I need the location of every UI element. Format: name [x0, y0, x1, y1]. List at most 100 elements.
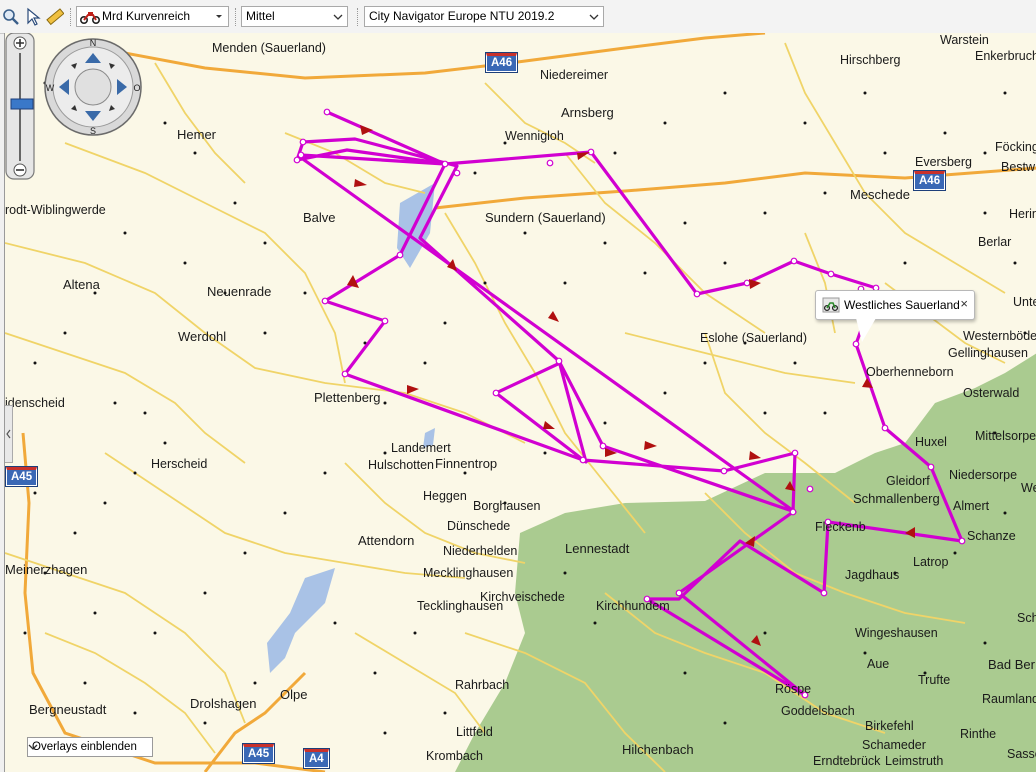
- place-label: Goddelsbach: [781, 704, 855, 718]
- place-label: Bad Ber: [988, 657, 1035, 672]
- highway: [434, 166, 1036, 210]
- forest-area: [455, 353, 1036, 772]
- highway-shield: A46: [912, 170, 947, 191]
- place-label: Herin: [1009, 207, 1036, 221]
- place-label: Meschede: [850, 187, 910, 202]
- place-label: Littfeld: [456, 725, 493, 739]
- place-label: Wennigloh: [505, 129, 564, 143]
- place-label: Unte: [1013, 295, 1036, 309]
- chevron-down-icon: [28, 744, 38, 750]
- place-label: Rinthe: [960, 727, 997, 741]
- place-label: Raumland: [982, 692, 1036, 706]
- place-label: Lennestadt: [565, 541, 630, 556]
- place-label: Finnentrop: [435, 456, 498, 471]
- place-label: Mittelsorpe: [975, 429, 1036, 443]
- place-label: Sch: [1017, 611, 1036, 625]
- chevron-down-icon: [589, 14, 599, 20]
- overlay-dropdown-label: Overlays einblenden: [32, 741, 137, 753]
- place-label: Balve: [303, 210, 336, 225]
- place-label: We: [1021, 481, 1036, 495]
- place-label: Eversberg: [915, 155, 972, 169]
- place-label: Tecklinghausen: [417, 599, 504, 613]
- toolbar-grip[interactable]: [357, 8, 361, 26]
- place-label: Erndtebrück: [813, 754, 881, 768]
- map-product-dropdown[interactable]: City Navigator Europe NTU 2019.2: [364, 6, 604, 27]
- place-label: Gellinghausen: [948, 346, 1028, 360]
- zoom-slider-thumb[interactable]: [10, 98, 34, 110]
- highway: [124, 33, 766, 80]
- tooltip-pointer: [856, 318, 876, 342]
- place-label: Leimstruth: [885, 754, 944, 768]
- chevron-left-icon: [6, 429, 11, 439]
- place-label: Aue: [867, 657, 890, 671]
- place-label: Neuenrade: [207, 284, 272, 299]
- place-label: Oberhenneborn: [866, 365, 954, 379]
- place-label: Bestw: [1001, 160, 1036, 174]
- place-label: Almert: [953, 499, 990, 513]
- route-profile-dropdown[interactable]: Mrd Kurvenreich: [76, 6, 229, 27]
- place-label: Sassenh: [1007, 747, 1036, 761]
- route-profile-label: Mrd Kurvenreich: [102, 9, 191, 23]
- detail-level-dropdown[interactable]: Mittel: [241, 6, 348, 27]
- place-label: Niedersorpe: [949, 468, 1018, 482]
- place-label: Trufte: [918, 673, 951, 687]
- place-label: Landemert: [391, 441, 451, 455]
- place-label: Hilchenbach: [622, 742, 694, 757]
- place-label: Mecklinghausen: [423, 566, 514, 580]
- toolbar-grip[interactable]: [70, 8, 74, 26]
- highway-shield: A46: [484, 52, 519, 73]
- place-label: Huxel: [915, 435, 947, 449]
- ruler-icon[interactable]: [46, 7, 64, 27]
- place-label: Sundern (Sauerland): [485, 210, 606, 225]
- motorcycle-icon: [80, 12, 100, 24]
- place-label: Heggen: [423, 489, 467, 503]
- highway-shield: A4: [303, 748, 330, 769]
- place-label: Plettenberg: [314, 390, 381, 405]
- compass-east-label: O: [133, 83, 140, 93]
- place-label: Westernböde: [963, 329, 1036, 343]
- place-label: Kirchhundem: [596, 599, 670, 613]
- place-label: Olpe: [280, 687, 308, 702]
- map-canvas[interactable]: Menden (Sauerland) Niedereimer Warstein …: [4, 33, 1036, 772]
- side-panel-toggle[interactable]: [5, 405, 13, 463]
- map-navigation-control: N S W O: [5, 33, 142, 180]
- place-label: Meinerzhagen: [5, 562, 88, 577]
- place-label: Schanze: [967, 529, 1016, 543]
- place-label: Arnsberg: [561, 105, 614, 120]
- place-label: idenscheid: [5, 396, 65, 410]
- highway: [21, 432, 326, 772]
- place-label: Osterwald: [963, 386, 1020, 400]
- zoom-in-button[interactable]: [13, 36, 27, 50]
- place-label: Hulschotten: [368, 458, 435, 472]
- close-icon[interactable]: ×: [960, 296, 968, 311]
- place-label: Bergneustadt: [29, 702, 107, 717]
- place-label: Menden (Sauerland): [212, 41, 326, 55]
- place-label: Röspe: [775, 682, 812, 696]
- place-label: Warstein: [940, 33, 989, 47]
- place-label: Berlar: [978, 235, 1012, 249]
- place-label: Hemer: [177, 127, 217, 142]
- place-label: Borghausen: [473, 499, 541, 513]
- zoom-out-button[interactable]: [13, 163, 27, 177]
- compass-west-label: W: [46, 83, 55, 93]
- chevron-down-icon: [333, 14, 343, 20]
- overlay-dropdown[interactable]: Overlays einblenden: [27, 737, 153, 757]
- pointer-icon[interactable]: [24, 7, 42, 27]
- place-label: Altena: [63, 277, 100, 292]
- place-label: Drolshagen: [190, 696, 257, 711]
- place-label: Schmallenberg: [853, 491, 940, 506]
- tooltip-route-name: Westliches Sauerland: [844, 298, 960, 312]
- route-tooltip[interactable]: Westliches Sauerland ×: [815, 290, 975, 342]
- place-label: Krombach: [426, 749, 483, 763]
- place-label: Gleidorf: [886, 474, 930, 488]
- place-label: Rahrbach: [455, 678, 510, 692]
- place-label: Attendorn: [358, 533, 415, 548]
- place-label: Föcking: [995, 140, 1036, 154]
- toolbar-grip[interactable]: [235, 8, 239, 26]
- place-label: Eslohe (Sauerland): [700, 331, 808, 345]
- motorcycle-icon: [822, 297, 840, 313]
- place-label: Herscheid: [151, 457, 208, 471]
- magnifier-icon[interactable]: [2, 7, 20, 27]
- pan-center-button[interactable]: [74, 68, 112, 106]
- highway-shield: A45: [5, 466, 39, 487]
